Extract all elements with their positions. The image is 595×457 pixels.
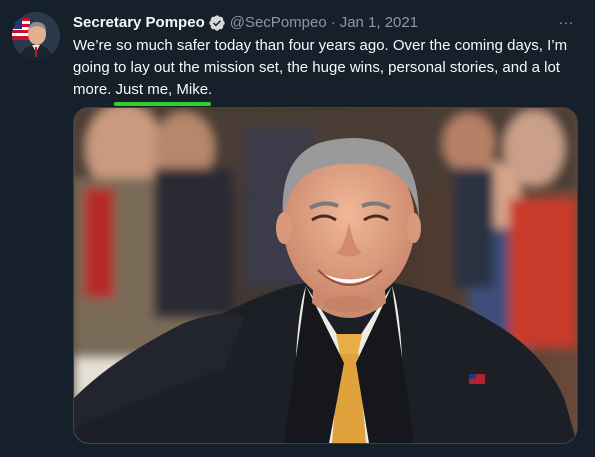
author-handle[interactable]: @SecPompeo bbox=[230, 13, 327, 33]
tweet-text: We’re so much safer today than four year… bbox=[73, 35, 578, 106]
separator-dot: · bbox=[330, 14, 336, 31]
tweet-photo[interactable] bbox=[73, 107, 578, 444]
tweet-text-end: . bbox=[208, 81, 213, 98]
tweet-header: Secretary Pompeo @SecPompeo · Jan 1, 202… bbox=[73, 12, 577, 34]
tweet[interactable]: Secretary Pompeo @SecPompeo · Jan 1, 202… bbox=[0, 0, 595, 457]
author-name[interactable]: Secretary Pompeo bbox=[73, 13, 205, 33]
avatar[interactable] bbox=[12, 12, 60, 60]
highlighted-text: Just me, Mike bbox=[113, 79, 211, 106]
more-dots-icon[interactable]: ··· bbox=[555, 12, 577, 34]
verified-badge-icon bbox=[208, 14, 226, 32]
tweet-date[interactable]: Jan 1, 2021 bbox=[340, 13, 418, 33]
